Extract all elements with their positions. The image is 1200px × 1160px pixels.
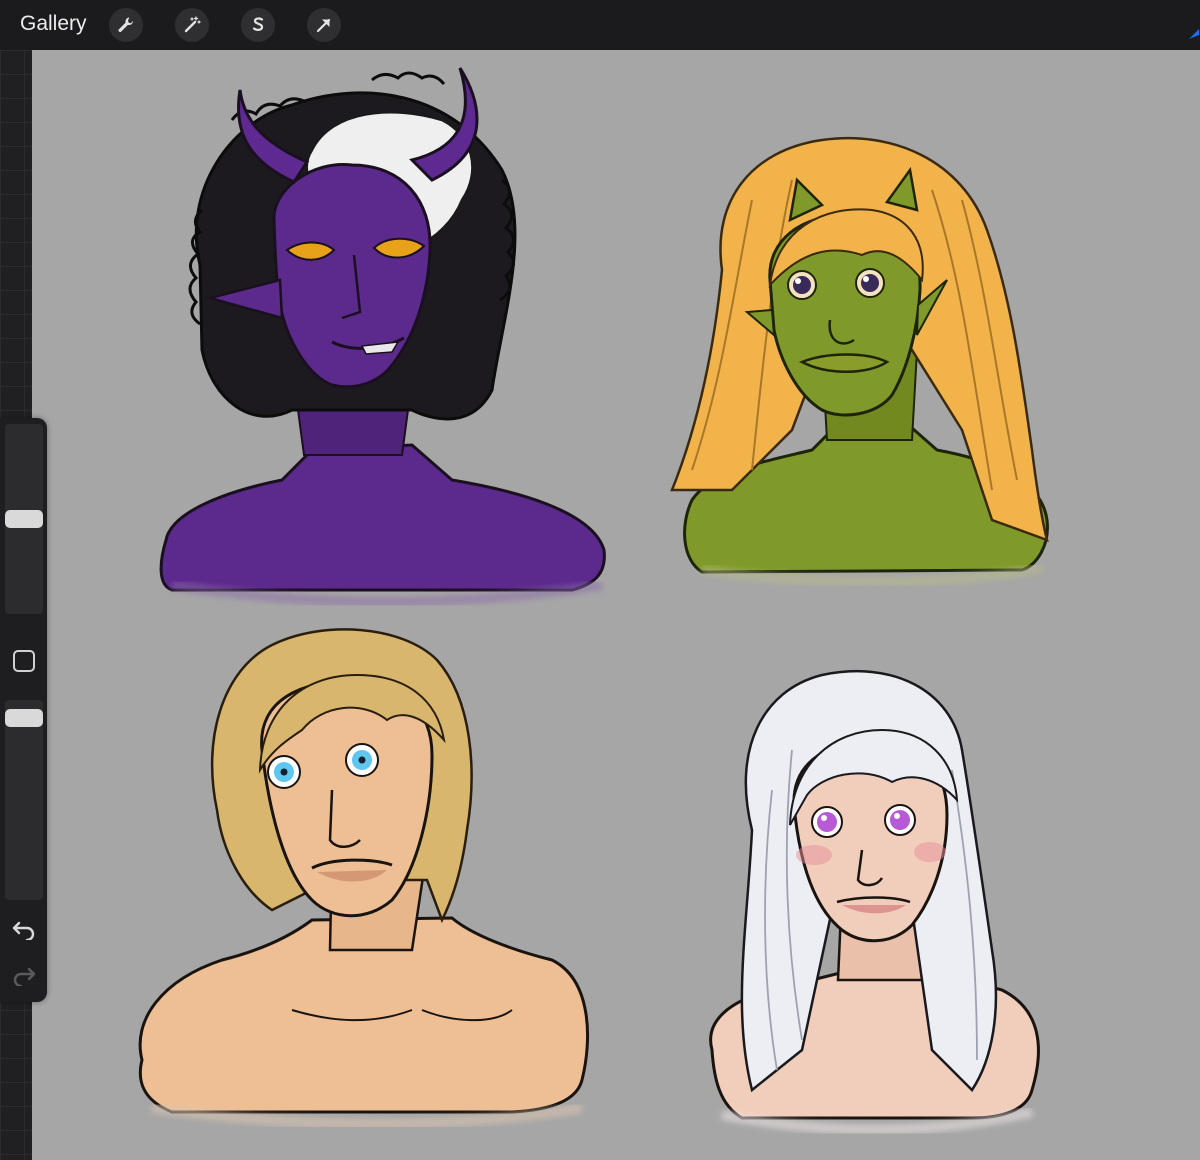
opacity-slider[interactable]	[5, 700, 43, 900]
portrait-purple-tiefling	[159, 67, 606, 607]
drawing-canvas[interactable]	[32, 50, 1200, 1160]
magic-wand-icon[interactable]	[175, 8, 209, 42]
portrait-silver-haired-woman	[709, 670, 1040, 1135]
apple-pencil-indicator-icon	[1189, 29, 1199, 39]
wrench-icon[interactable]	[109, 8, 143, 42]
opacity-thumb[interactable]	[5, 709, 43, 728]
portrait-green-goblin	[670, 136, 1049, 588]
redo-icon[interactable]	[11, 964, 37, 986]
top-toolbar: Gallery	[0, 0, 1200, 50]
gallery-button[interactable]: Gallery	[20, 12, 87, 36]
left-sidebar	[0, 418, 47, 1002]
portrait-blonde-man	[138, 628, 590, 1129]
undo-icon[interactable]	[11, 918, 37, 940]
selection-s-icon[interactable]	[241, 8, 275, 42]
square-modifier-icon[interactable]	[13, 650, 35, 672]
brush-size-thumb[interactable]	[5, 510, 43, 528]
arrow-cursor-icon[interactable]	[307, 8, 341, 42]
